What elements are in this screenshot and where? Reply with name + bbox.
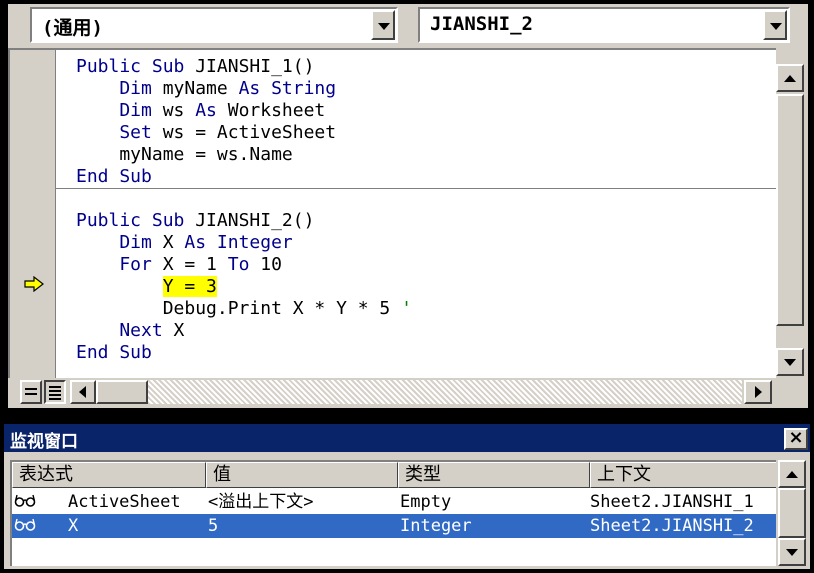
code-token: End Sub <box>76 342 152 363</box>
execution-pointer-arrow-icon <box>24 276 44 292</box>
watch-row[interactable]: ActiveSheet <溢出上下文> Empty Sheet2.JIANSHI… <box>12 490 776 514</box>
code-line: Set ws = ActiveSheet <box>76 122 336 144</box>
watch-value: <溢出上下文> <box>208 492 314 512</box>
watch-type: Integer <box>400 516 472 536</box>
code-editor[interactable]: Public Sub JIANSHI_1() Dim myName As Str… <box>8 48 776 378</box>
code-token: Public Sub <box>76 210 196 231</box>
procedure-view-button[interactable] <box>20 380 42 404</box>
code-token: Worksheet <box>227 100 326 121</box>
code-line: Dim ws As Worksheet <box>76 100 325 122</box>
scroll-down-button[interactable] <box>776 348 804 376</box>
code-token: myName = ws.Name <box>76 144 293 165</box>
code-vertical-scrollbar[interactable] <box>776 48 804 378</box>
margin-indicator-bar[interactable] <box>10 50 56 378</box>
code-bottom-bar <box>8 378 776 408</box>
horizontal-scroll-thumb[interactable] <box>96 380 148 404</box>
code-line: End Sub <box>76 342 152 364</box>
scroll-thumb[interactable] <box>778 488 806 538</box>
watch-window: 监视窗口 × 表达式 值 类型 上下文 ActiveSheet <溢出上下文> … <box>4 424 810 569</box>
watch-expression: ActiveSheet <box>68 492 181 512</box>
chevron-down-icon <box>378 23 390 30</box>
code-token: ws <box>162 100 196 121</box>
watch-row-selected[interactable]: X 5 Integer Sheet2.JIANSHI_2 <box>12 514 776 538</box>
code-line: Public Sub JIANSHI_1() <box>76 56 314 78</box>
code-token: ws = ActiveSheet <box>162 122 337 143</box>
scroll-thumb[interactable] <box>776 94 804 326</box>
scroll-up-button[interactable] <box>776 64 804 92</box>
code-token: As Integer <box>184 232 293 253</box>
scroll-left-button[interactable] <box>70 380 96 404</box>
code-line: Dim X As Integer <box>76 232 293 254</box>
code-token: JIANSHI_1() <box>195 56 315 77</box>
object-combobox-value: (通用) <box>42 17 103 39</box>
arrow-right-icon <box>755 386 762 398</box>
glasses-icon <box>14 518 36 531</box>
arrow-down-icon <box>784 359 796 366</box>
code-token: JIANSHI_2() <box>195 210 315 231</box>
watch-window-title-bar[interactable]: 监视窗口 × <box>4 424 810 452</box>
code-token: Public Sub <box>76 56 196 77</box>
code-token: ' <box>401 298 412 319</box>
horizontal-scroll-track[interactable] <box>148 380 742 404</box>
code-line: Dim myName As String <box>76 78 336 100</box>
code-token: End Sub <box>76 166 152 187</box>
watch-expression: X <box>68 516 79 536</box>
code-token: Set <box>76 122 163 143</box>
code-token: myName <box>162 78 239 99</box>
code-token: Dim <box>76 100 163 121</box>
arrow-down-icon <box>786 549 798 556</box>
watch-context: Sheet2.JIANSHI_1 <box>590 492 754 512</box>
screen-frame: (通用) JIANSHI_2 Public Sub JIANSHI_1() Di… <box>0 0 814 573</box>
scroll-right-button[interactable] <box>744 380 772 404</box>
code-window: (通用) JIANSHI_2 Public Sub JIANSHI_1() Di… <box>8 4 808 408</box>
glasses-icon <box>14 494 36 507</box>
column-header-type[interactable]: 类型 <box>398 462 590 488</box>
arrow-up-icon <box>786 471 798 478</box>
column-header-value[interactable]: 值 <box>206 462 398 488</box>
code-line: Next X <box>76 320 184 342</box>
watch-list[interactable]: 表达式 值 类型 上下文 ActiveSheet <溢出上下文> Empty S… <box>10 460 776 566</box>
scroll-down-button[interactable] <box>778 538 806 566</box>
watch-window-title: 监视窗口 <box>10 432 78 452</box>
code-line: Public Sub JIANSHI_2() <box>76 210 314 232</box>
full-module-view-button[interactable] <box>44 380 66 404</box>
close-button[interactable]: × <box>784 428 808 450</box>
scroll-up-button[interactable] <box>778 460 806 488</box>
code-token: 10 <box>260 254 282 275</box>
code-token: Dim <box>76 78 163 99</box>
code-line: myName = ws.Name <box>76 144 293 166</box>
procedure-combobox-value: JIANSHI_2 <box>430 13 533 35</box>
column-header-expression[interactable]: 表达式 <box>12 462 206 488</box>
code-token: As <box>195 100 228 121</box>
procedure-combobox-dropdown-button[interactable] <box>763 10 787 40</box>
code-token: X <box>162 232 185 253</box>
code-token: For <box>76 254 163 275</box>
code-token: Debug.Print X * Y * 5 <box>76 298 402 319</box>
watch-type: Empty <box>400 492 452 512</box>
code-line: Debug.Print X * Y * 5 ' <box>76 298 412 320</box>
code-token: As String <box>238 78 337 99</box>
object-combobox[interactable]: (通用) <box>30 7 398 43</box>
watch-value: 5 <box>208 516 219 536</box>
procedure-separator <box>56 188 776 189</box>
code-line: Y = 3 <box>76 276 217 298</box>
arrow-left-icon <box>79 386 86 398</box>
code-token: X <box>173 320 185 341</box>
procedure-combobox[interactable]: JIANSHI_2 <box>418 7 790 43</box>
column-header-context[interactable]: 上下文 <box>590 462 776 488</box>
code-line: For X = 1 To 10 <box>76 254 282 276</box>
close-icon: × <box>788 427 804 448</box>
code-line: End Sub <box>76 166 152 188</box>
chevron-down-icon <box>770 23 782 30</box>
code-token: X = 1 <box>162 254 228 275</box>
current-statement-highlight: Y = 3 <box>162 276 217 297</box>
watch-context: Sheet2.JIANSHI_2 <box>590 516 754 536</box>
code-token: To <box>227 254 261 275</box>
code-token: Dim <box>76 232 163 253</box>
arrow-up-icon <box>784 75 796 82</box>
code-token: Next <box>76 320 174 341</box>
object-combobox-dropdown-button[interactable] <box>371 10 395 40</box>
watch-vertical-scrollbar[interactable] <box>778 460 806 566</box>
